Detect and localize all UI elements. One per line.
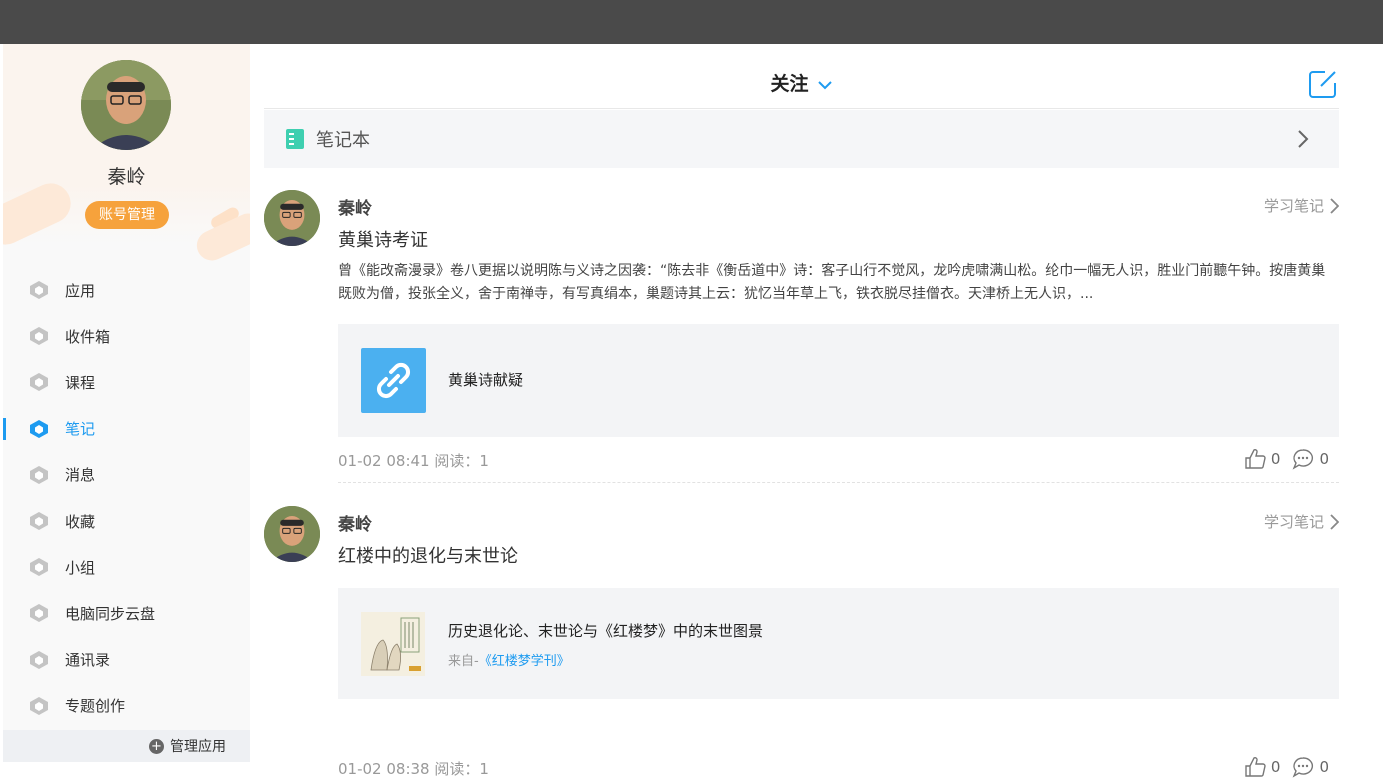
feed-selector[interactable]: 关注 bbox=[264, 69, 1339, 96]
link-attachment[interactable]: 黄巢诗献疑 bbox=[338, 324, 1339, 437]
post-author[interactable]: 秦岭 bbox=[338, 194, 372, 219]
post-actions: 0 0 bbox=[1232, 756, 1329, 778]
divider bbox=[338, 482, 1339, 483]
attachment-source-prefix: 来自- bbox=[448, 654, 479, 669]
post-item: 秦岭 学习笔记 红楼中的退化与末世论 历史退化论、末世论与《红楼梦》中的末世图景… bbox=[264, 506, 1339, 778]
like-count: 0 bbox=[1270, 758, 1281, 776]
sidebar-item-label: 通讯录 bbox=[65, 651, 111, 670]
comment-count: 0 bbox=[1319, 758, 1329, 776]
sidebar-item-label: 应用 bbox=[65, 281, 96, 300]
chevron-right-icon bbox=[1330, 197, 1339, 214]
attachment-title: 历史退化论、末世论与《红楼梦》中的末世图景 bbox=[448, 622, 764, 640]
manage-apps-button[interactable]: + 管理应用 bbox=[3, 730, 250, 762]
post-category[interactable]: 学习笔记 bbox=[1264, 511, 1339, 532]
post-category[interactable]: 学习笔记 bbox=[1264, 195, 1339, 216]
cube-icon bbox=[30, 465, 48, 484]
sidebar-item-topics[interactable]: 专题创作 bbox=[3, 683, 250, 729]
sidebar-item-label: 课程 bbox=[65, 373, 96, 392]
cube-icon bbox=[30, 373, 48, 392]
sidebar-item-label: 收件箱 bbox=[65, 327, 111, 346]
cube-icon bbox=[30, 696, 48, 715]
post-body[interactable]: 曾《能改斋漫录》卷八更据以说明陈与义诗之因袭：“陈去非《衡岳道中》诗：客子山行不… bbox=[338, 260, 1339, 306]
notebook-bar[interactable]: 笔记本 bbox=[264, 110, 1339, 168]
post-item: 秦岭 学习笔记 黄巢诗考证 曾《能改斋漫录》卷八更据以说明陈与义诗之因袭：“陈去… bbox=[264, 190, 1339, 490]
account-manage-button[interactable]: 账号管理 bbox=[85, 201, 169, 229]
main-content: 关注 笔记本 秦岭 学习笔记 黄巢诗考证 曾《能改斋漫录》卷八更据以说明陈与义诗… bbox=[264, 44, 1339, 778]
chevron-right-icon bbox=[1330, 513, 1339, 530]
thumbs-up-icon bbox=[1245, 757, 1266, 777]
post-actions: 0 0 bbox=[1232, 448, 1329, 470]
top-bar bbox=[0, 0, 1383, 44]
comment-icon bbox=[1293, 449, 1314, 470]
avatar-photo bbox=[264, 506, 320, 562]
sidebar-item-contacts[interactable]: 通讯录 bbox=[3, 637, 250, 683]
sidebar-item-label: 消息 bbox=[65, 466, 96, 485]
attachment-title: 黄巢诗献疑 bbox=[448, 371, 524, 389]
sidebar-item-messages[interactable]: 消息 bbox=[3, 452, 250, 498]
comment-button[interactable]: 0 bbox=[1292, 756, 1329, 778]
active-indicator bbox=[3, 417, 6, 440]
chevron-down-icon bbox=[817, 80, 832, 89]
chevron-right-icon bbox=[1298, 130, 1309, 148]
sidebar-item-favorites[interactable]: 收藏 bbox=[3, 498, 250, 544]
notebook-label: 笔记本 bbox=[316, 130, 370, 151]
cube-icon bbox=[30, 604, 48, 623]
cube-icon bbox=[30, 558, 48, 577]
post-category-label: 学习笔记 bbox=[1263, 513, 1324, 531]
like-button[interactable]: 0 bbox=[1244, 756, 1281, 778]
link-icon bbox=[361, 348, 426, 413]
avatar[interactable] bbox=[81, 60, 171, 150]
avatar[interactable] bbox=[264, 190, 320, 246]
post-meta: 01-02 08:41 阅读：1 bbox=[338, 452, 489, 470]
cube-icon bbox=[30, 419, 48, 438]
manage-apps-label: 管理应用 bbox=[170, 739, 226, 755]
sidebar: 秦岭 账号管理 应用 收件箱 课程 笔记 消息 收藏 小组 电脑同步云盘 通讯录… bbox=[3, 44, 250, 762]
cube-icon bbox=[30, 281, 48, 300]
sidebar-item-apps[interactable]: 应用 bbox=[3, 267, 250, 313]
sidebar-item-label: 小组 bbox=[65, 558, 96, 577]
user-name: 秦岭 bbox=[107, 166, 146, 188]
cube-icon bbox=[30, 512, 48, 531]
attachment-source-link[interactable]: 《红楼梦学刊》 bbox=[479, 654, 570, 669]
post-title[interactable]: 黄巢诗考证 bbox=[338, 226, 428, 252]
avatar-photo bbox=[264, 190, 320, 246]
header: 关注 bbox=[264, 44, 1339, 109]
like-button[interactable]: 0 bbox=[1244, 448, 1281, 470]
sidebar-item-notes[interactable]: 笔记 bbox=[3, 406, 250, 452]
book-attachment[interactable]: 历史退化论、末世论与《红楼梦》中的末世图景 来自-《红楼梦学刊》 bbox=[338, 588, 1339, 699]
comment-count: 0 bbox=[1319, 450, 1329, 468]
comment-icon bbox=[1293, 757, 1314, 778]
sidebar-menu: 应用 收件箱 课程 笔记 消息 收藏 小组 电脑同步云盘 通讯录 专题创作 bbox=[3, 267, 250, 729]
sidebar-item-cloud-drive[interactable]: 电脑同步云盘 bbox=[3, 590, 250, 636]
thumbs-up-icon bbox=[1245, 449, 1266, 469]
cube-icon bbox=[30, 327, 48, 346]
page-title: 关注 bbox=[770, 73, 809, 95]
like-count: 0 bbox=[1270, 450, 1281, 468]
post-category-label: 学习笔记 bbox=[1263, 197, 1324, 215]
post-author[interactable]: 秦岭 bbox=[338, 510, 372, 535]
sidebar-item-groups[interactable]: 小组 bbox=[3, 544, 250, 590]
edit-icon[interactable] bbox=[1307, 68, 1339, 100]
avatar-photo bbox=[81, 60, 171, 150]
sidebar-item-courses[interactable]: 课程 bbox=[3, 359, 250, 405]
plus-icon: + bbox=[149, 738, 164, 754]
post-meta: 01-02 08:38 阅读：1 bbox=[338, 760, 489, 778]
book-cover-image bbox=[361, 612, 425, 676]
sidebar-item-label: 收藏 bbox=[65, 512, 96, 531]
sidebar-item-label: 笔记 bbox=[65, 420, 96, 439]
profile-card: 秦岭 账号管理 bbox=[3, 44, 250, 266]
cube-icon bbox=[30, 650, 48, 669]
sidebar-item-inbox[interactable]: 收件箱 bbox=[3, 313, 250, 359]
sidebar-item-label: 专题创作 bbox=[65, 697, 126, 716]
comment-button[interactable]: 0 bbox=[1292, 448, 1329, 470]
avatar[interactable] bbox=[264, 506, 320, 562]
notebook-icon bbox=[286, 129, 304, 149]
attachment-source: 来自-《红楼梦学刊》 bbox=[448, 650, 570, 669]
post-title[interactable]: 红楼中的退化与末世论 bbox=[338, 542, 518, 568]
sidebar-item-label: 电脑同步云盘 bbox=[65, 604, 156, 623]
